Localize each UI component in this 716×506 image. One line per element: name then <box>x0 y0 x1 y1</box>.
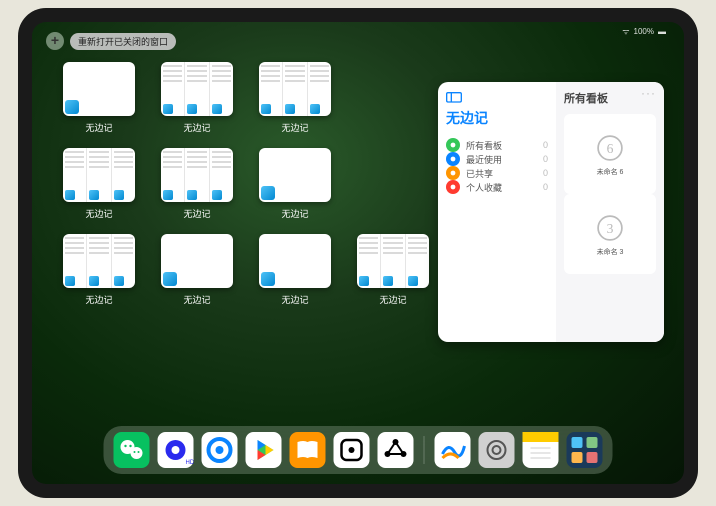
sidebar-item-label: 最近使用 <box>466 153 502 166</box>
panel-sidebar: 无边记 所有看板 0 最近使用 0 已共享 0 个人收藏 0 <box>438 82 556 342</box>
tile-thumbnail <box>161 62 233 116</box>
tile-label: 无边记 <box>183 207 210 220</box>
sidebar-item-count: 0 <box>543 154 548 164</box>
tile-label: 无边记 <box>183 293 210 306</box>
sidebar-item-label: 所有看板 <box>466 139 502 152</box>
tile-label: 无边记 <box>281 121 308 134</box>
board-card[interactable]: 6 未命名 6 <box>564 114 656 194</box>
tile-thumbnail <box>259 148 331 202</box>
svg-text:HD: HD <box>186 460 194 466</box>
sidebar-item[interactable]: 最近使用 0 <box>446 152 548 166</box>
app-tile[interactable]: 无边记 <box>258 234 332 308</box>
svg-text:6: 6 <box>607 141 614 156</box>
app-tile[interactable]: 无边记 <box>160 62 234 136</box>
dock-app-settings[interactable] <box>479 432 515 468</box>
app-tile[interactable]: 无边记 <box>258 62 332 136</box>
tile-label: 无边记 <box>281 293 308 306</box>
dock-app-notes[interactable] <box>523 432 559 468</box>
sidebar-item-label: 个人收藏 <box>466 181 502 194</box>
tile-label: 无边记 <box>85 121 112 134</box>
reopen-closed-window-button[interactable]: 重新打开已关闭的窗口 <box>70 33 176 50</box>
panel-content: 所有看板 6未命名 63未命名 3 <box>556 82 664 342</box>
sidebar-item-icon <box>446 180 460 194</box>
board-name: 未命名 3 <box>597 247 624 257</box>
tile-thumbnail <box>259 62 331 116</box>
sidebar-item[interactable]: 已共享 0 <box>446 166 548 180</box>
svg-text:3: 3 <box>607 221 614 236</box>
app-tile[interactable]: 无边记 <box>62 148 136 222</box>
tile-label: 无边记 <box>85 293 112 306</box>
top-button-row: + 重新打开已关闭的窗口 <box>46 32 176 50</box>
dock-app-qqbrowser[interactable] <box>202 432 238 468</box>
dock-app-wechat[interactable] <box>114 432 150 468</box>
status-bar: ᯤ 100% ▬ <box>622 26 666 37</box>
dock-app-hub[interactable] <box>378 432 414 468</box>
board-sketch-icon: 3 <box>593 211 627 245</box>
app-tile[interactable]: 无边记 <box>258 148 332 222</box>
tile-thumbnail <box>259 234 331 288</box>
freeform-panel: ··· 无边记 所有看板 0 最近使用 0 已共享 0 个人收藏 0 所有看板 6 未命名 6 3… <box>438 82 664 342</box>
battery-icon: ▬ <box>658 27 666 36</box>
sidebar-toggle-icon[interactable] <box>446 90 462 102</box>
dock-app-quark-hd[interactable]: HD <box>158 432 194 468</box>
add-window-button[interactable]: + <box>46 32 64 50</box>
board-card[interactable]: 3 未命名 3 <box>564 194 656 274</box>
board-sketch-icon: 6 <box>593 131 627 165</box>
sidebar-item-icon <box>446 152 460 166</box>
sidebar-item[interactable]: 个人收藏 0 <box>446 180 548 194</box>
app-tile[interactable]: 无边记 <box>62 234 136 308</box>
app-tile[interactable]: 无边记 <box>356 234 430 308</box>
tile-label: 无边记 <box>183 121 210 134</box>
tile-thumbnail <box>357 234 429 288</box>
app-switcher-grid: 无边记无边记无边记无边记无边记无边记无边记无边记无边记无边记无边记无边记 <box>62 62 430 308</box>
panel-more-button[interactable]: ··· <box>641 86 656 100</box>
sidebar-item-count: 0 <box>543 182 548 192</box>
dock: HD <box>104 426 613 474</box>
tile-label: 无边记 <box>281 207 308 220</box>
app-tile[interactable]: 无边记 <box>160 148 234 222</box>
panel-title: 无边记 <box>446 108 548 128</box>
sidebar-item-count: 0 <box>543 168 548 178</box>
dock-app-freeform[interactable] <box>435 432 471 468</box>
tile-thumbnail <box>63 234 135 288</box>
tile-label: 无边记 <box>379 293 406 306</box>
ipad-screen: ᯤ 100% ▬ + 重新打开已关闭的窗口 无边记无边记无边记无边记无边记无边记… <box>32 22 684 484</box>
board-name: 未命名 6 <box>597 167 624 177</box>
sidebar-item-label: 已共享 <box>466 167 493 180</box>
tile-label: 无边记 <box>85 207 112 220</box>
app-tile[interactable]: 无边记 <box>62 62 136 136</box>
tile-thumbnail <box>161 148 233 202</box>
sidebar-item[interactable]: 所有看板 0 <box>446 138 548 152</box>
tile-thumbnail <box>63 62 135 116</box>
sidebar-item-icon <box>446 138 460 152</box>
dock-app-square-dot[interactable] <box>334 432 370 468</box>
dock-app-play[interactable] <box>246 432 282 468</box>
wifi-icon: ᯤ <box>622 26 629 37</box>
sidebar-item-icon <box>446 166 460 180</box>
app-tile[interactable]: 无边记 <box>160 234 234 308</box>
dock-separator <box>424 436 425 464</box>
battery-percent: 100% <box>634 27 654 36</box>
sidebar-item-count: 0 <box>543 140 548 150</box>
ipad-device-frame: ᯤ 100% ▬ + 重新打开已关闭的窗口 无边记无边记无边记无边记无边记无边记… <box>18 8 698 498</box>
tile-thumbnail <box>63 148 135 202</box>
dock-app-books[interactable] <box>290 432 326 468</box>
dock-app-arranger[interactable] <box>567 432 603 468</box>
tile-thumbnail <box>161 234 233 288</box>
